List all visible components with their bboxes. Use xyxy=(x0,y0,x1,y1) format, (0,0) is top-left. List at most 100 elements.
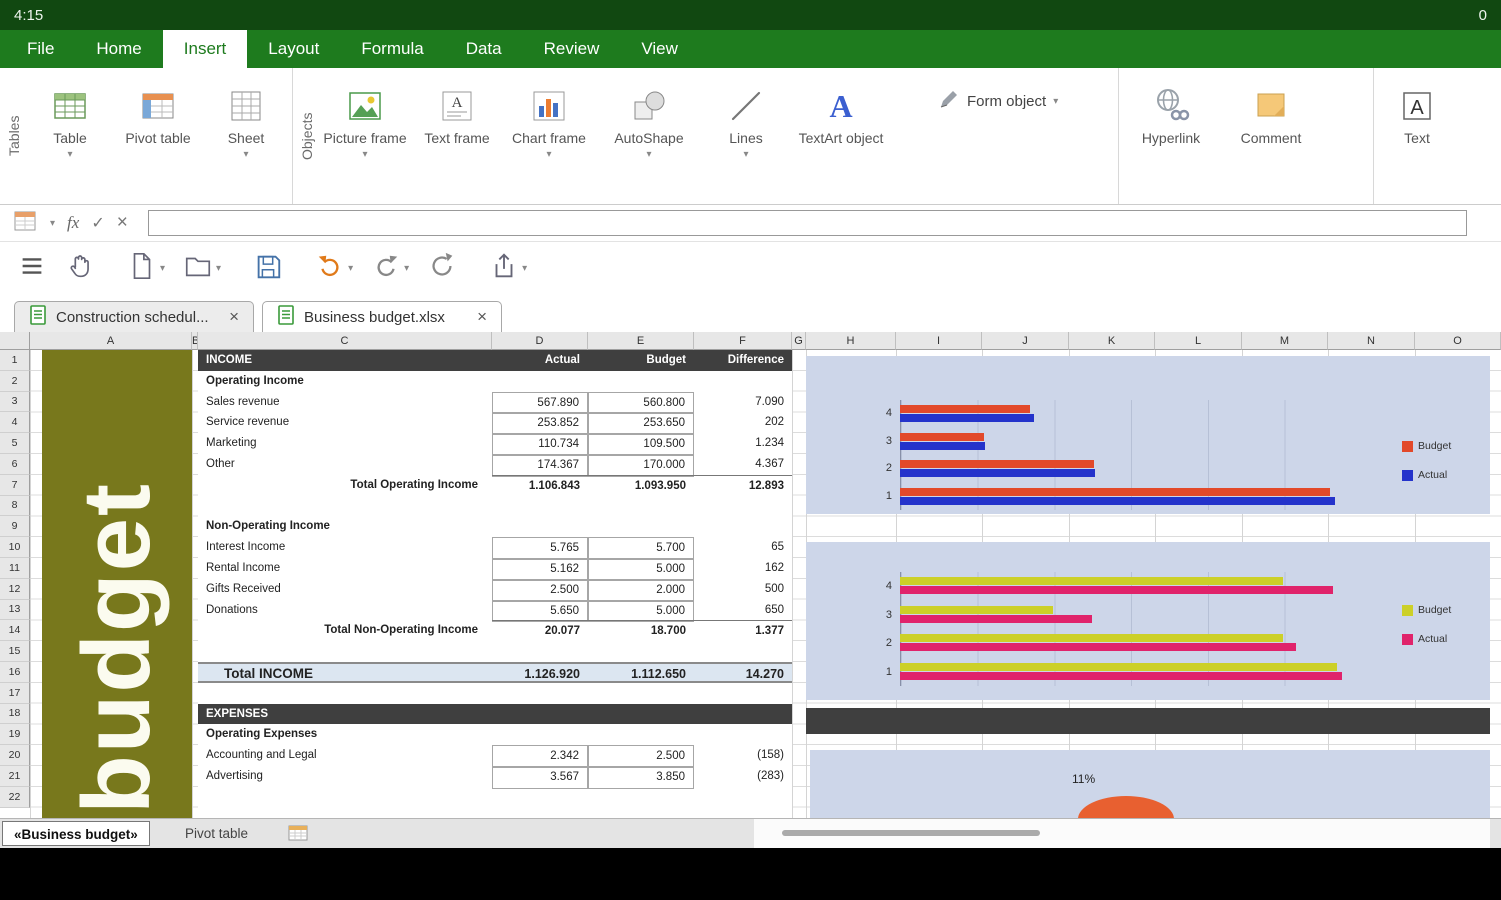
ribbon-item-comment[interactable]: Comment xyxy=(1221,72,1321,200)
column-header-A[interactable]: A xyxy=(30,332,192,350)
table-row-13-donations[interactable]: Donations5.6505.000650 xyxy=(198,600,792,621)
table-row-2-operating-income[interactable]: Operating Income xyxy=(198,371,792,392)
ribbon-item-sheet[interactable]: Sheet▾ xyxy=(202,72,290,200)
column-header-J[interactable]: J xyxy=(982,332,1069,350)
save-button[interactable] xyxy=(244,251,292,286)
ribbon-item-table[interactable]: Table▾ xyxy=(26,72,114,200)
row-header-4[interactable]: 4 xyxy=(0,412,30,433)
ribbon-item-lines[interactable]: Lines▾ xyxy=(703,72,789,200)
row-header-1[interactable]: 1 xyxy=(0,350,30,371)
row-header-12[interactable]: 12 xyxy=(0,579,30,600)
confirm-entry-button[interactable]: ✓ xyxy=(91,213,104,233)
share-button[interactable]: ▾ xyxy=(480,251,536,286)
row-header-5[interactable]: 5 xyxy=(0,433,30,454)
table-row-16-total-income[interactable]: Total INCOME1.126.9201.112.65014.270 xyxy=(198,662,792,683)
menu-tab-insert[interactable]: Insert xyxy=(163,30,248,68)
row-header-18[interactable]: 18 xyxy=(0,704,30,725)
document-tab-business-budget-xlsx[interactable]: Business budget.xlsx× xyxy=(262,301,502,332)
redo-button[interactable]: ▾ xyxy=(362,251,418,286)
row-header-9[interactable]: 9 xyxy=(0,516,30,537)
ribbon-item-pivot-table[interactable]: Pivot table xyxy=(114,72,202,200)
bar-chart-1[interactable]: 4321BudgetActual xyxy=(806,356,1490,514)
document-tab-construction-schedul[interactable]: Construction schedul...× xyxy=(14,301,254,332)
column-header-M[interactable]: M xyxy=(1242,332,1328,350)
row-header-6[interactable]: 6 xyxy=(0,454,30,475)
menu-tab-view[interactable]: View xyxy=(620,30,699,68)
row-header-15[interactable]: 15 xyxy=(0,641,30,662)
menu-tab-review[interactable]: Review xyxy=(523,30,621,68)
row-header-11[interactable]: 11 xyxy=(0,558,30,579)
table-row-18-expenses[interactable]: EXPENSES xyxy=(198,704,792,725)
ribbon-item-text-frame[interactable]: AText frame xyxy=(411,72,503,200)
row-header-14[interactable]: 14 xyxy=(0,620,30,641)
close-icon[interactable]: × xyxy=(229,307,239,327)
sheet-tab-business-budget[interactable]: «Business budget» xyxy=(2,821,150,846)
horizontal-scrollbar-thumb[interactable] xyxy=(782,830,1040,836)
rotate-button[interactable] xyxy=(418,251,466,286)
row-header-3[interactable]: 3 xyxy=(0,392,30,413)
table-row-21-advertising[interactable]: Advertising3.5673.850(283) xyxy=(198,766,792,787)
table-row-6-other[interactable]: Other174.367170.0004.367 xyxy=(198,454,792,475)
row-header-20[interactable]: 20 xyxy=(0,745,30,766)
column-header-E[interactable]: E xyxy=(588,332,694,350)
row-header-16[interactable]: 16 xyxy=(0,662,30,683)
ribbon-item-textart-object[interactable]: ATextArt object xyxy=(789,72,893,200)
ribbon-item-chart-frame[interactable]: Chart frame▾ xyxy=(503,72,595,200)
insert-function-button[interactable]: fx xyxy=(67,213,79,233)
column-header-C[interactable]: C xyxy=(198,332,492,350)
menu-tab-data[interactable]: Data xyxy=(445,30,523,68)
select-all-corner[interactable] xyxy=(0,332,30,350)
table-row-9-non-operating-income[interactable]: Non-Operating Income xyxy=(198,516,792,537)
open-folder-button[interactable]: ▾ xyxy=(174,251,230,286)
column-header-D[interactable]: D xyxy=(492,332,588,350)
row-header-22[interactable]: 22 xyxy=(0,787,30,808)
cell-reference-icon[interactable] xyxy=(12,208,38,239)
undo-button[interactable]: ▾ xyxy=(306,251,362,286)
column-header-H[interactable]: H xyxy=(806,332,896,350)
ribbon-item-hyperlink[interactable]: Hyperlink xyxy=(1121,72,1221,200)
table-row-1-income[interactable]: INCOMEActualBudgetDifference xyxy=(198,350,792,371)
column-header-O[interactable]: O xyxy=(1415,332,1501,350)
table-row-11-rental-income[interactable]: Rental Income5.1625.000162 xyxy=(198,558,792,579)
table-row-7-total-operating-income[interactable]: Total Operating Income1.106.8431.093.950… xyxy=(198,475,792,496)
formula-input[interactable] xyxy=(148,210,1467,236)
column-header-F[interactable]: F xyxy=(694,332,792,350)
pie-chart[interactable]: 11% xyxy=(810,750,1490,818)
menu-button[interactable] xyxy=(8,251,56,286)
sheet-list-icon[interactable] xyxy=(288,825,308,846)
menu-tab-layout[interactable]: Layout xyxy=(247,30,340,68)
row-header-10[interactable]: 10 xyxy=(0,537,30,558)
column-header-L[interactable]: L xyxy=(1155,332,1242,350)
table-row-4-service-revenue[interactable]: Service revenue253.852253.650202 xyxy=(198,412,792,433)
chevron-down-icon[interactable]: ▾ xyxy=(50,218,55,229)
menu-tab-home[interactable]: Home xyxy=(75,30,162,68)
menu-tab-formula[interactable]: Formula xyxy=(340,30,444,68)
ribbon-item-picture-frame[interactable]: Picture frame▾ xyxy=(319,72,411,200)
table-row-14-total-non-operating-income[interactable]: Total Non-Operating Income20.07718.7001.… xyxy=(198,620,792,641)
new-doc-button[interactable]: ▾ xyxy=(118,251,174,286)
column-header-I[interactable]: I xyxy=(896,332,982,350)
ribbon-item-form-object[interactable]: Form object▾ xyxy=(938,88,1058,114)
table-row-12-gifts-received[interactable]: Gifts Received2.5002.000500 xyxy=(198,579,792,600)
sheet-tab-pivot-table[interactable]: Pivot table xyxy=(174,821,259,846)
cancel-entry-button[interactable]: × xyxy=(117,212,128,234)
table-row-3-sales-revenue[interactable]: Sales revenue567.890560.8007.090 xyxy=(198,392,792,413)
column-header-K[interactable]: K xyxy=(1069,332,1155,350)
bar-chart-2[interactable]: 4321BudgetActual xyxy=(806,542,1490,700)
table-row-20-accounting-and-legal[interactable]: Accounting and Legal2.3422.500(158) xyxy=(198,745,792,766)
pan-button[interactable] xyxy=(56,251,104,286)
row-header-13[interactable]: 13 xyxy=(0,600,30,621)
close-icon[interactable]: × xyxy=(477,307,487,327)
ribbon-item-autoshape[interactable]: AutoShape▾ xyxy=(595,72,703,200)
table-row-19-operating-expenses[interactable]: Operating Expenses xyxy=(198,724,792,745)
row-header-19[interactable]: 19 xyxy=(0,724,30,745)
row-header-8[interactable]: 8 xyxy=(0,496,30,517)
row-header-21[interactable]: 21 xyxy=(0,766,30,787)
column-header-N[interactable]: N xyxy=(1328,332,1415,350)
ribbon-item-text[interactable]: AText xyxy=(1376,72,1458,200)
menu-tab-file[interactable]: File xyxy=(6,30,75,68)
table-row-5-marketing[interactable]: Marketing110.734109.5001.234 xyxy=(198,433,792,454)
column-header-G[interactable]: G xyxy=(792,332,806,350)
table-row-10-interest-income[interactable]: Interest Income5.7655.70065 xyxy=(198,537,792,558)
row-header-2[interactable]: 2 xyxy=(0,371,30,392)
